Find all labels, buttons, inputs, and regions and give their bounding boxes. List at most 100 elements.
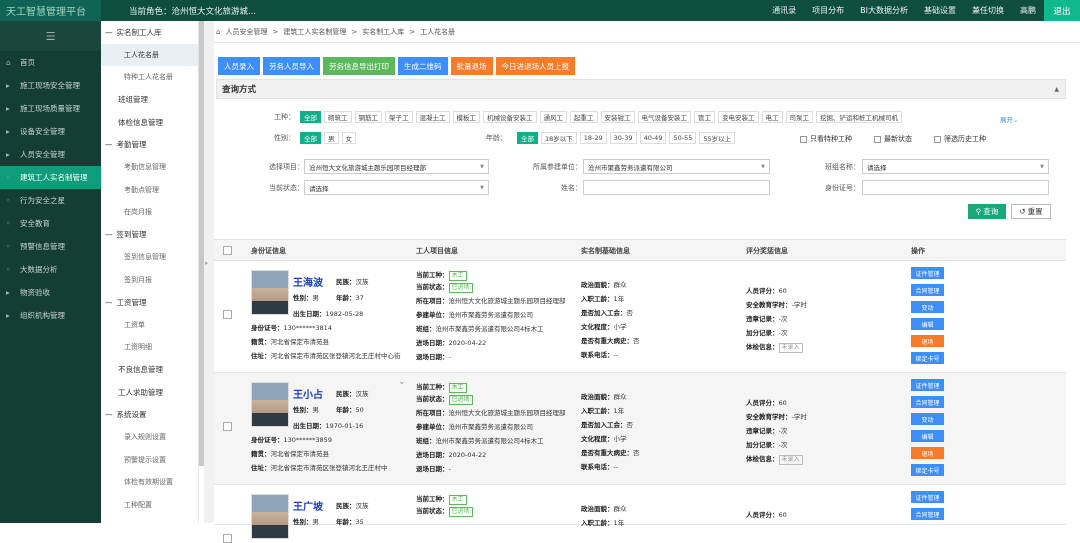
filter-chip[interactable]: 女 (341, 132, 356, 144)
subnav-group[interactable]: — 工资管理 (101, 291, 198, 314)
filter-chip[interactable]: 钢筋工 (354, 111, 382, 123)
breadcrumb-item[interactable]: 实名制工人库 (362, 27, 404, 37)
row-checkbox[interactable] (223, 422, 232, 431)
sidebar-item[interactable]: ▸ 人员安全管理 (0, 143, 101, 166)
action-button[interactable]: 今日进退场人员上报 (495, 57, 575, 75)
subnav-item[interactable]: 录入规则设置 (101, 426, 198, 449)
expand-link[interactable]: 展开⌄ (1000, 114, 1018, 124)
sidebar-item[interactable]: ▸ 施工现场安全管理 (0, 74, 101, 97)
op-button[interactable]: 证件管理 (911, 267, 944, 279)
chevron-down-icon[interactable]: ⌄ (398, 377, 406, 387)
filter-chip[interactable]: 男 (324, 132, 339, 144)
filter-chip[interactable]: 18-29 (579, 132, 607, 144)
op-button[interactable]: 合同管理 (911, 508, 944, 520)
filter-chip[interactable]: 电气设备安装工 (637, 111, 691, 123)
breadcrumb-item[interactable]: 人员安全管理 (225, 27, 267, 37)
filter-chip[interactable]: 通风工 (539, 111, 567, 123)
filter-chip[interactable]: 电工 (761, 111, 783, 123)
filter-checkbox[interactable]: 最新状态 (874, 134, 912, 144)
op-button[interactable]: 编辑 (911, 318, 944, 330)
row-checkbox[interactable] (223, 310, 232, 319)
subnav-item[interactable]: 工种配置 (101, 494, 198, 517)
subnav-item[interactable]: 考勤点管理 (101, 179, 198, 202)
filter-chip[interactable]: 变电安装工 (718, 111, 759, 123)
team-select[interactable]: 请选择 ▼ (862, 159, 1049, 174)
sidebar-item[interactable]: ◦ 建筑工人实名制管理 (0, 166, 101, 189)
checkbox-box[interactable] (934, 135, 941, 143)
filter-chip[interactable]: 55岁以上 (699, 132, 736, 144)
filter-chip[interactable]: 50-55 (669, 132, 697, 144)
subnav-group[interactable]: — 系统设置 (101, 404, 198, 427)
op-button[interactable]: 绑定卡号 (911, 352, 944, 364)
name-input[interactable] (583, 180, 770, 195)
subnav-item[interactable]: 考勤信息管理 (101, 156, 198, 179)
subnav-item[interactable]: 体检有效期设置 (101, 471, 198, 494)
subnav-group[interactable]: — 签到管理 (101, 224, 198, 247)
subnav-item[interactable]: 工资明细 (101, 336, 198, 359)
op-button[interactable]: 变动 (911, 413, 944, 425)
search-button[interactable]: ⚲ 查询 (968, 204, 1006, 219)
filter-chip[interactable]: 起重工 (570, 111, 598, 123)
subnav-item[interactable]: 体检信息管理 (101, 111, 198, 134)
action-button[interactable]: 劳务人员导入 (263, 57, 320, 75)
op-button[interactable]: 退场 (911, 447, 944, 459)
op-button[interactable]: 绑定卡号 (911, 464, 944, 476)
row-checkbox[interactable] (223, 534, 232, 543)
sidebar-item[interactable]: ◦ 预警信息管理 (0, 235, 101, 258)
filter-chip[interactable]: 18岁以下 (541, 132, 577, 144)
op-button[interactable]: 合同管理 (911, 284, 944, 296)
filter-chip[interactable]: 司泵工 (785, 111, 813, 123)
sidebar-item[interactable]: ◦ 安全教育 (0, 212, 101, 235)
subnav-item[interactable]: 班组管理 (101, 89, 198, 112)
action-button[interactable]: 生成二维码 (398, 57, 448, 75)
topnav-item[interactable]: 基础设置 (916, 5, 964, 16)
sidebar-item[interactable]: ▸ 组织机构管理 (0, 304, 101, 327)
subnav-group[interactable]: — 实名制工人库 (101, 21, 198, 44)
project-select[interactable]: 沧州恒大文化旅游城主题乐园项目经理部 ▼ (304, 159, 489, 174)
sidebar-item[interactable]: ▸ 施工现场质量管理 (0, 97, 101, 120)
subnav-group[interactable]: — 考勤管理 (101, 134, 198, 157)
op-button[interactable]: 证件管理 (911, 491, 944, 503)
filter-chip[interactable]: 挖掘、铲运和桩工机械司机 (816, 111, 902, 123)
breadcrumb-item[interactable]: 工人花名册 (420, 27, 455, 37)
filter-chip[interactable]: 模板工 (452, 111, 480, 123)
filter-chip[interactable]: 安装钳工 (600, 111, 635, 123)
unit-select[interactable]: 沧州市聚鑫劳务派遣有限公司 ▼ (583, 159, 770, 174)
checkbox-box[interactable] (874, 135, 881, 143)
filter-chip[interactable]: 全部 (300, 111, 321, 123)
sidebar-item[interactable]: ◦ 行为安全之星 (0, 189, 101, 212)
subnav-item[interactable]: 工人求助管理 (101, 381, 198, 404)
subnav-item[interactable]: 工资单 (101, 314, 198, 337)
collapse-caret-icon[interactable]: ▲ (1054, 86, 1059, 93)
worker-name[interactable]: 王广坡 (293, 498, 323, 513)
op-button[interactable]: 证件管理 (911, 379, 944, 391)
select-all-checkbox[interactable] (223, 246, 232, 255)
menu-toggle-icon[interactable]: ☰ (0, 21, 101, 51)
topnav-item[interactable]: 项目分布 (804, 5, 852, 16)
status-select[interactable]: 请选择 ▼ (304, 180, 489, 195)
filter-chip[interactable]: 混凝土工 (415, 111, 450, 123)
subnav-item[interactable]: 在岗月报 (101, 201, 198, 224)
worker-name[interactable]: 王海波 (293, 274, 323, 289)
filter-chip[interactable]: 管工 (694, 111, 715, 123)
subnav-item[interactable]: 预警提示设置 (101, 449, 198, 472)
filter-chip[interactable]: 架子工 (385, 111, 413, 123)
filter-chip[interactable]: 30-39 (609, 132, 637, 144)
breadcrumb-item[interactable]: 建筑工人实名制管理 (283, 27, 346, 37)
collapse-arrow-icon[interactable]: ▸ (205, 259, 209, 267)
logout-button[interactable]: 退出 (1044, 0, 1080, 21)
id-input[interactable] (862, 180, 1049, 195)
home-icon[interactable]: ⌂ (216, 28, 220, 36)
action-button[interactable]: 劳务信息导出打印 (323, 57, 395, 75)
subnav-item[interactable]: 不良信息管理 (101, 359, 198, 382)
subnav-item[interactable]: 签到信息管理 (101, 246, 198, 269)
topnav-item[interactable]: 高鹏 (1012, 5, 1044, 16)
filter-chip[interactable]: 全部 (517, 132, 538, 144)
op-button[interactable]: 变动 (911, 301, 944, 313)
worker-name[interactable]: 王小占 (293, 386, 323, 401)
filter-checkbox[interactable]: 筛选历史工种 (934, 134, 986, 144)
filter-chip[interactable]: 机械设备安装工 (483, 111, 537, 123)
topnav-item[interactable]: BI大数据分析 (852, 5, 916, 16)
action-button[interactable]: 人员录入 (218, 57, 260, 75)
filter-checkbox[interactable]: 只看特种工种 (800, 134, 852, 144)
